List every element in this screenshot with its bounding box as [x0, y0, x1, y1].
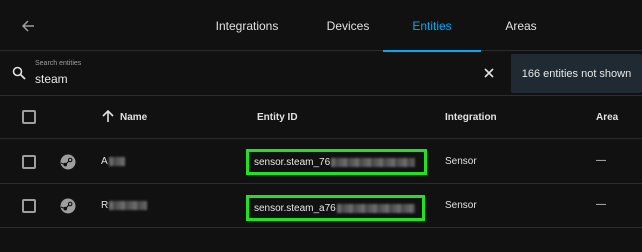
- entity-name: A: [101, 156, 125, 167]
- integration-cell: Sensor: [445, 156, 477, 167]
- row-checkbox[interactable]: [22, 199, 36, 213]
- entity-id: sensor.steam_76: [254, 156, 331, 168]
- tab-integrations[interactable]: Integrations: [206, 0, 288, 51]
- integration-cell: Sensor: [445, 200, 477, 211]
- area-cell: —: [596, 155, 606, 166]
- entity-id: sensor.steam_a76: [254, 202, 336, 214]
- entity-id-highlight: sensor.steam_a76: [246, 195, 425, 221]
- area-cell: —: [596, 199, 606, 210]
- search-input[interactable]: [35, 72, 435, 86]
- top-app-bar: Integrations Devices Entities Areas: [0, 0, 642, 52]
- row-checkbox[interactable]: [22, 155, 36, 169]
- hidden-entities-badge[interactable]: 166 entities not shown: [511, 54, 642, 93]
- column-header-name[interactable]: Name: [120, 112, 147, 123]
- entity-id-highlight: sensor.steam_76: [246, 149, 427, 175]
- close-icon[interactable]: [482, 66, 496, 80]
- steam-icon: [60, 154, 76, 170]
- tab-entities[interactable]: Entities: [383, 0, 481, 52]
- tab-areas[interactable]: Areas: [496, 0, 546, 51]
- steam-icon: [60, 198, 76, 214]
- column-header-integration[interactable]: Integration: [445, 112, 497, 123]
- search-label: Search entities: [35, 60, 82, 67]
- column-header-area[interactable]: Area: [596, 112, 618, 123]
- entity-name: R: [101, 200, 148, 211]
- arrow-up-icon[interactable]: [101, 109, 115, 123]
- column-header-entity-id[interactable]: Entity ID: [257, 112, 298, 123]
- search-icon: [12, 66, 26, 80]
- table-row[interactable]: R sensor.steam_a76 Sensor —: [0, 184, 642, 228]
- arrow-left-icon: [21, 20, 34, 32]
- table-header: Name Entity ID Integration Area: [0, 97, 642, 139]
- tab-devices[interactable]: Devices: [320, 0, 376, 51]
- back-button[interactable]: [16, 14, 40, 38]
- select-all-checkbox[interactable]: [22, 110, 36, 124]
- table-row[interactable]: A sensor.steam_76 Sensor —: [0, 140, 642, 184]
